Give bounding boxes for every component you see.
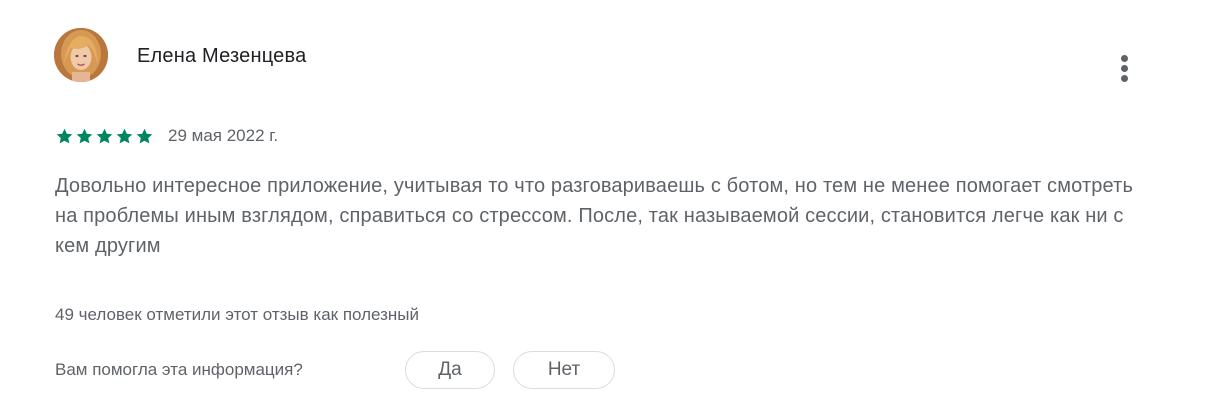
helpful-feedback: Вам помогла эта информация? Да Нет: [55, 350, 615, 390]
helpful-count: 49 человек отметили этот отзыв как полез…: [55, 305, 419, 324]
feedback-question: Вам помогла эта информация?: [55, 360, 303, 379]
rating-row: 29 мая 2022 г.: [55, 124, 278, 148]
no-button[interactable]: Нет: [513, 351, 615, 389]
more-vertical-icon-dot: [1120, 64, 1128, 72]
review-text: Довольно интересное приложение, учитывая…: [55, 175, 1134, 257]
review-date: 29 мая 2022 г.: [168, 126, 279, 145]
star-icon: [136, 128, 153, 143]
author-name: Елена Мезенцева: [137, 45, 307, 67]
yes-button[interactable]: Да: [405, 351, 495, 389]
review-card: Елена Мезенцева 29 мая 2022 г. Довольно …: [0, 0, 1212, 418]
star-icon: [56, 128, 73, 143]
author-avatar: [54, 28, 108, 82]
star-rating: [55, 127, 154, 146]
more-vertical-icon-dot: [1120, 74, 1128, 82]
more-options-button[interactable]: [1108, 48, 1140, 88]
star-icon: [116, 128, 133, 143]
star-icon: [76, 128, 93, 143]
more-vertical-icon: [1120, 54, 1128, 62]
avatar-photo: [54, 28, 108, 82]
star-icon: [96, 128, 113, 143]
